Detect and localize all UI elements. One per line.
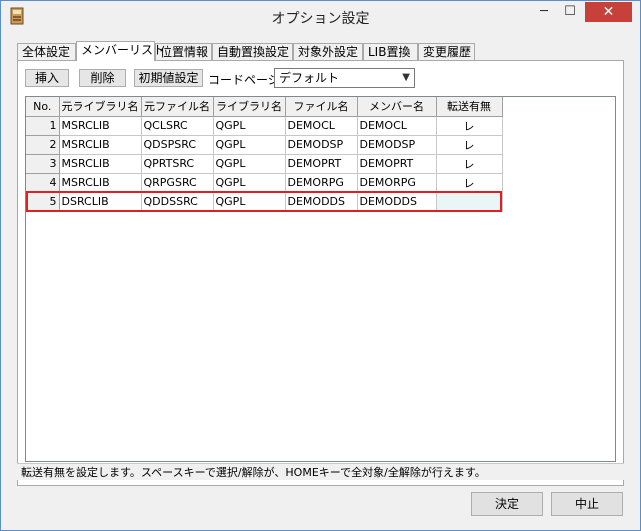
tab-lib-replace[interactable]: LIB置換: [363, 43, 418, 60]
column-header-no[interactable]: No.: [26, 97, 60, 117]
member-cell[interactable]: DEMOPRT: [357, 154, 437, 174]
transfer-check-cell[interactable]: レ: [436, 173, 503, 193]
row-number[interactable]: 5: [26, 192, 60, 212]
maximize-button[interactable]: ☐: [557, 2, 583, 22]
file-cell[interactable]: DEMODDS: [285, 192, 358, 212]
table-row[interactable]: 3 MSRCLIB QPRTSRC QGPL DEMOPRT DEMOPRT レ: [26, 154, 503, 174]
member-cell[interactable]: DEMODDS: [357, 192, 437, 212]
source-library-cell[interactable]: MSRCLIB: [59, 173, 142, 193]
library-cell[interactable]: QGPL: [213, 173, 286, 193]
minimize-button[interactable]: ─: [531, 2, 557, 22]
member-grid[interactable]: No. 元ライブラリ名 元ファイル名 ライブラリ名 ファイル名 メンバー名 転送…: [25, 96, 616, 462]
tab-member-list[interactable]: メンバーリスト: [76, 41, 165, 61]
table-row-selected[interactable]: 5 DSRCLIB QDDSSRC QGPL DEMODDS DEMODDS: [26, 192, 503, 212]
column-header-library[interactable]: ライブラリ名: [213, 97, 286, 117]
table-row[interactable]: 2 MSRCLIB QDSPSRC QGPL DEMODSP DEMODSP レ: [26, 135, 503, 155]
table-header-row: No. 元ライブラリ名 元ファイル名 ライブラリ名 ファイル名 メンバー名 転送…: [26, 97, 503, 117]
tab-exclusion[interactable]: 対象外設定: [293, 43, 363, 60]
codepage-select[interactable]: デフォルト ▼: [274, 68, 415, 88]
source-library-cell[interactable]: MSRCLIB: [59, 135, 142, 155]
file-cell[interactable]: DEMOCL: [285, 116, 358, 136]
tab-general[interactable]: 全体設定: [17, 43, 76, 60]
cancel-button[interactable]: 中止: [551, 492, 623, 516]
codepage-value: デフォルト: [279, 71, 340, 85]
column-header-file[interactable]: ファイル名: [285, 97, 358, 117]
row-number[interactable]: 2: [26, 135, 60, 155]
row-number[interactable]: 4: [26, 173, 60, 193]
file-cell[interactable]: DEMORPG: [285, 173, 358, 193]
codepage-label: コードページ: [208, 73, 280, 87]
member-cell[interactable]: DEMOCL: [357, 116, 437, 136]
source-file-cell[interactable]: QCLSRC: [141, 116, 214, 136]
title-bar: オプション設定 ─ ☐ ✕: [1, 1, 640, 31]
delete-button[interactable]: 削除: [79, 69, 126, 87]
source-file-cell[interactable]: QDSPSRC: [141, 135, 214, 155]
file-cell[interactable]: DEMOPRT: [285, 154, 358, 174]
chevron-down-icon: ▼: [402, 72, 410, 83]
column-header-source-library[interactable]: 元ライブラリ名: [59, 97, 142, 117]
row-number[interactable]: 3: [26, 154, 60, 174]
source-file-cell[interactable]: QPRTSRC: [141, 154, 214, 174]
insert-button[interactable]: 挿入: [25, 69, 69, 87]
column-header-member[interactable]: メンバー名: [357, 97, 437, 117]
tab-auto-replace[interactable]: 自動置換設定: [212, 43, 293, 60]
transfer-check-cell[interactable]: レ: [436, 116, 503, 136]
source-library-cell[interactable]: DSRCLIB: [59, 192, 142, 212]
options-window: オプション設定 ─ ☐ ✕ 全体設定 メンバーリスト 位置情報 自動置換設定 対…: [0, 0, 641, 531]
status-bar: 転送有無を設定します。スペースキーで選択/解除が、HOMEキーで全対象/全解除が…: [17, 463, 624, 480]
column-header-transfer[interactable]: 転送有無: [436, 97, 503, 117]
library-cell[interactable]: QGPL: [213, 116, 286, 136]
library-cell[interactable]: QGPL: [213, 192, 286, 212]
library-cell[interactable]: QGPL: [213, 135, 286, 155]
member-cell[interactable]: DEMODSP: [357, 135, 437, 155]
column-header-source-file[interactable]: 元ファイル名: [141, 97, 214, 117]
source-file-cell[interactable]: QRPGSRC: [141, 173, 214, 193]
member-cell[interactable]: DEMORPG: [357, 173, 437, 193]
transfer-check-cell[interactable]: [436, 192, 503, 212]
member-list-panel: 挿入 削除 初期値設定 コードページ デフォルト ▼ No. 元ライブラリ名 元…: [17, 60, 624, 486]
library-cell[interactable]: QGPL: [213, 154, 286, 174]
member-table: No. 元ライブラリ名 元ファイル名 ライブラリ名 ファイル名 メンバー名 転送…: [26, 97, 503, 212]
source-file-cell[interactable]: QDDSSRC: [141, 192, 214, 212]
source-library-cell[interactable]: MSRCLIB: [59, 116, 142, 136]
reset-defaults-button[interactable]: 初期値設定: [134, 69, 203, 87]
ok-button[interactable]: 決定: [471, 492, 543, 516]
table-row[interactable]: 4 MSRCLIB QRPGSRC QGPL DEMORPG DEMORPG レ: [26, 173, 503, 193]
row-number[interactable]: 1: [26, 116, 60, 136]
file-cell[interactable]: DEMODSP: [285, 135, 358, 155]
table-row[interactable]: 1 MSRCLIB QCLSRC QGPL DEMOCL DEMOCL レ: [26, 116, 503, 136]
transfer-check-cell[interactable]: レ: [436, 135, 503, 155]
source-library-cell[interactable]: MSRCLIB: [59, 154, 142, 174]
transfer-check-cell[interactable]: レ: [436, 154, 503, 174]
tab-change-history[interactable]: 変更履歴: [418, 43, 475, 60]
close-button[interactable]: ✕: [585, 2, 632, 22]
